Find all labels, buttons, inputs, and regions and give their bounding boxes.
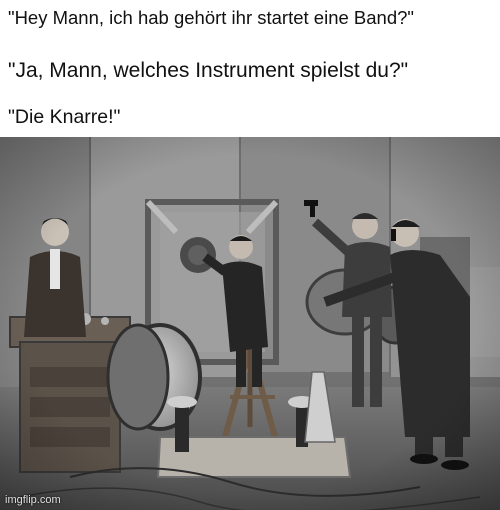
imgflip-watermark: imgflip.com xyxy=(5,494,61,506)
caption-line-1: "Hey Mann, ich hab gehört ihr startet ei… xyxy=(8,7,414,28)
meme-canvas: "Hey Mann, ich hab gehört ihr startet ei… xyxy=(0,0,500,510)
bw-photo: imgflip.com xyxy=(0,137,500,510)
caption-line-3: "Die Knarre!" xyxy=(8,106,121,128)
caption-line-2: "Ja, Mann, welches Instrument spielst du… xyxy=(8,59,409,82)
photo-illustration xyxy=(0,137,500,510)
